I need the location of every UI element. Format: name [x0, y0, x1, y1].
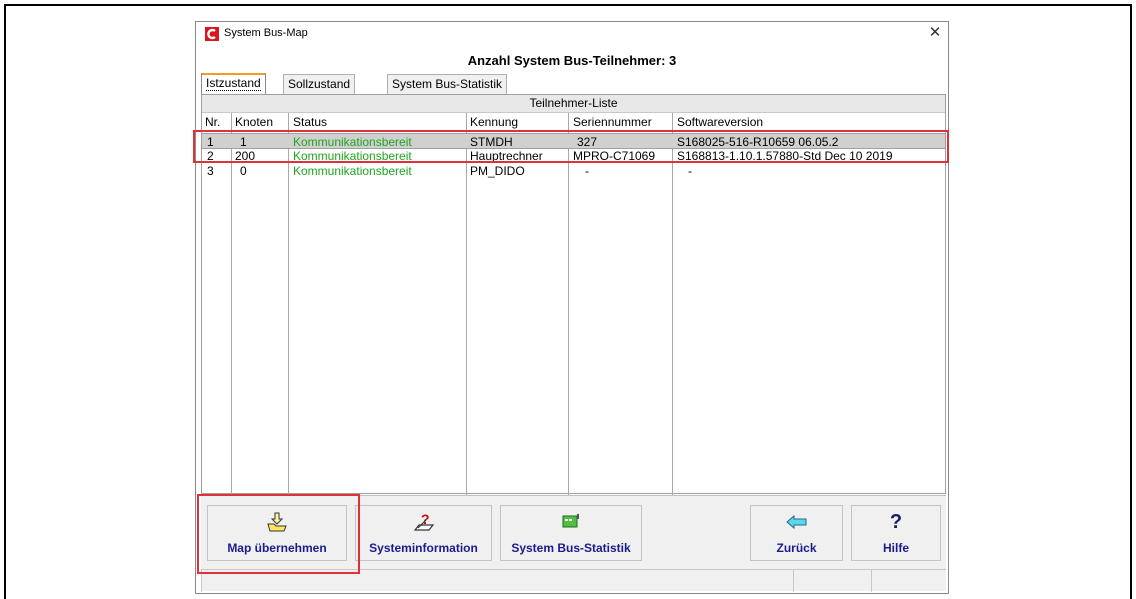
systeminformation-button[interactable]: ? Systeminformation — [355, 505, 492, 561]
participant-count-heading: Anzahl System Bus-Teilnehmer: 3 — [467, 53, 677, 68]
button-label: Hilfe — [882, 541, 909, 555]
list-title: Teilnehmer-Liste — [202, 95, 945, 113]
question-pen-icon: ? — [356, 510, 491, 534]
column-header-softwareversion[interactable]: Softwareversion — [677, 115, 763, 129]
status-bar-pane — [793, 570, 794, 592]
cell-kennung: Hauptrechner — [470, 149, 543, 163]
hilfe-button[interactable]: ? Hilfe — [851, 505, 941, 561]
cell-status: Kommunikationsbereit — [293, 135, 412, 149]
cell-kennung: STMDH — [470, 135, 513, 149]
cell-nr: 1 — [207, 135, 214, 149]
tab-bar: Istzustand Sollzustand System Bus-Statis… — [201, 73, 941, 95]
help-question-icon: ? — [852, 510, 940, 534]
zurueck-button[interactable]: Zurück — [750, 505, 843, 561]
tab-label: Istzustand — [206, 76, 261, 91]
cell-softwareversion: - — [688, 164, 692, 178]
button-label: Map übernehmen — [227, 541, 327, 555]
cell-nr: 3 — [207, 164, 214, 178]
status-bar-pane — [871, 570, 872, 592]
cell-knoten: 1 — [240, 135, 247, 149]
tab-label: System Bus-Statistik — [392, 77, 503, 91]
tab-sollzustand[interactable]: Sollzustand — [283, 74, 356, 94]
close-button[interactable]: ✕ — [922, 22, 948, 44]
system-bus-statistik-button[interactable]: System Bus-Statistik — [500, 505, 642, 561]
cell-knoten: 0 — [240, 164, 247, 178]
column-header-nr[interactable]: Nr. — [205, 115, 220, 129]
column-header-seriennummer[interactable]: Seriennummer — [573, 115, 652, 129]
cell-seriennummer: - — [585, 164, 589, 178]
cell-status: Kommunikationsbereit — [293, 164, 412, 178]
cell-nr: 2 — [207, 149, 214, 163]
participant-list[interactable]: Teilnehmer-Liste Nr. Knoten Status Kennu… — [201, 94, 946, 495]
tab-istzustand[interactable]: Istzustand — [201, 73, 266, 95]
app-logo-icon — [205, 27, 219, 41]
circuit-board-icon — [501, 510, 641, 534]
map-uebernehmen-button[interactable]: Map übernehmen — [207, 505, 347, 561]
tab-system-bus-statistik[interactable]: System Bus-Statistik — [387, 74, 508, 94]
help-glyph: ? — [889, 510, 903, 533]
cell-seriennummer: 327 — [577, 135, 598, 149]
system-bus-map-window: System Bus-Map ✕ Anzahl System Bus-Teiln… — [195, 21, 949, 594]
column-header-status[interactable]: Status — [293, 115, 327, 129]
title-bar[interactable]: System Bus-Map ✕ — [196, 22, 948, 46]
table-row[interactable]: 1 1 Kommunikationsbereit STMDH 327 S1680… — [202, 133, 945, 149]
folder-arrow-down-icon — [208, 510, 346, 534]
button-label: Systeminformation — [369, 541, 478, 555]
cell-softwareversion: S168025-516-R10659 06.05.2 — [677, 135, 839, 149]
button-label: System Bus-Statistik — [511, 541, 631, 555]
cell-seriennummer: MPRO-C71069 — [573, 149, 656, 163]
button-toolbar: Map übernehmen ? Systeminformation Syste… — [201, 495, 946, 592]
column-header-kennung[interactable]: Kennung — [470, 115, 518, 129]
cell-knoten: 200 — [235, 149, 256, 163]
cell-status: Kommunikationsbereit — [293, 149, 412, 163]
status-bar-pane — [201, 570, 202, 592]
window-title: System Bus-Map — [224, 27, 308, 39]
column-header-knoten[interactable]: Knoten — [235, 115, 273, 129]
status-bar — [201, 569, 946, 592]
table-row[interactable]: 2 200 Kommunikationsbereit Hauptrechner … — [202, 148, 945, 164]
svg-text:?: ? — [421, 511, 430, 527]
button-label: Zurück — [776, 541, 817, 555]
cell-softwareversion: S168813-1.10.1.57880-Std Dec 10 2019 — [677, 149, 893, 163]
arrow-left-icon — [751, 510, 842, 534]
table-row[interactable]: 3 0 Kommunikationsbereit PM_DIDO - - — [202, 163, 945, 179]
tab-label: Sollzustand — [288, 77, 351, 91]
cell-kennung: PM_DIDO — [470, 164, 525, 178]
